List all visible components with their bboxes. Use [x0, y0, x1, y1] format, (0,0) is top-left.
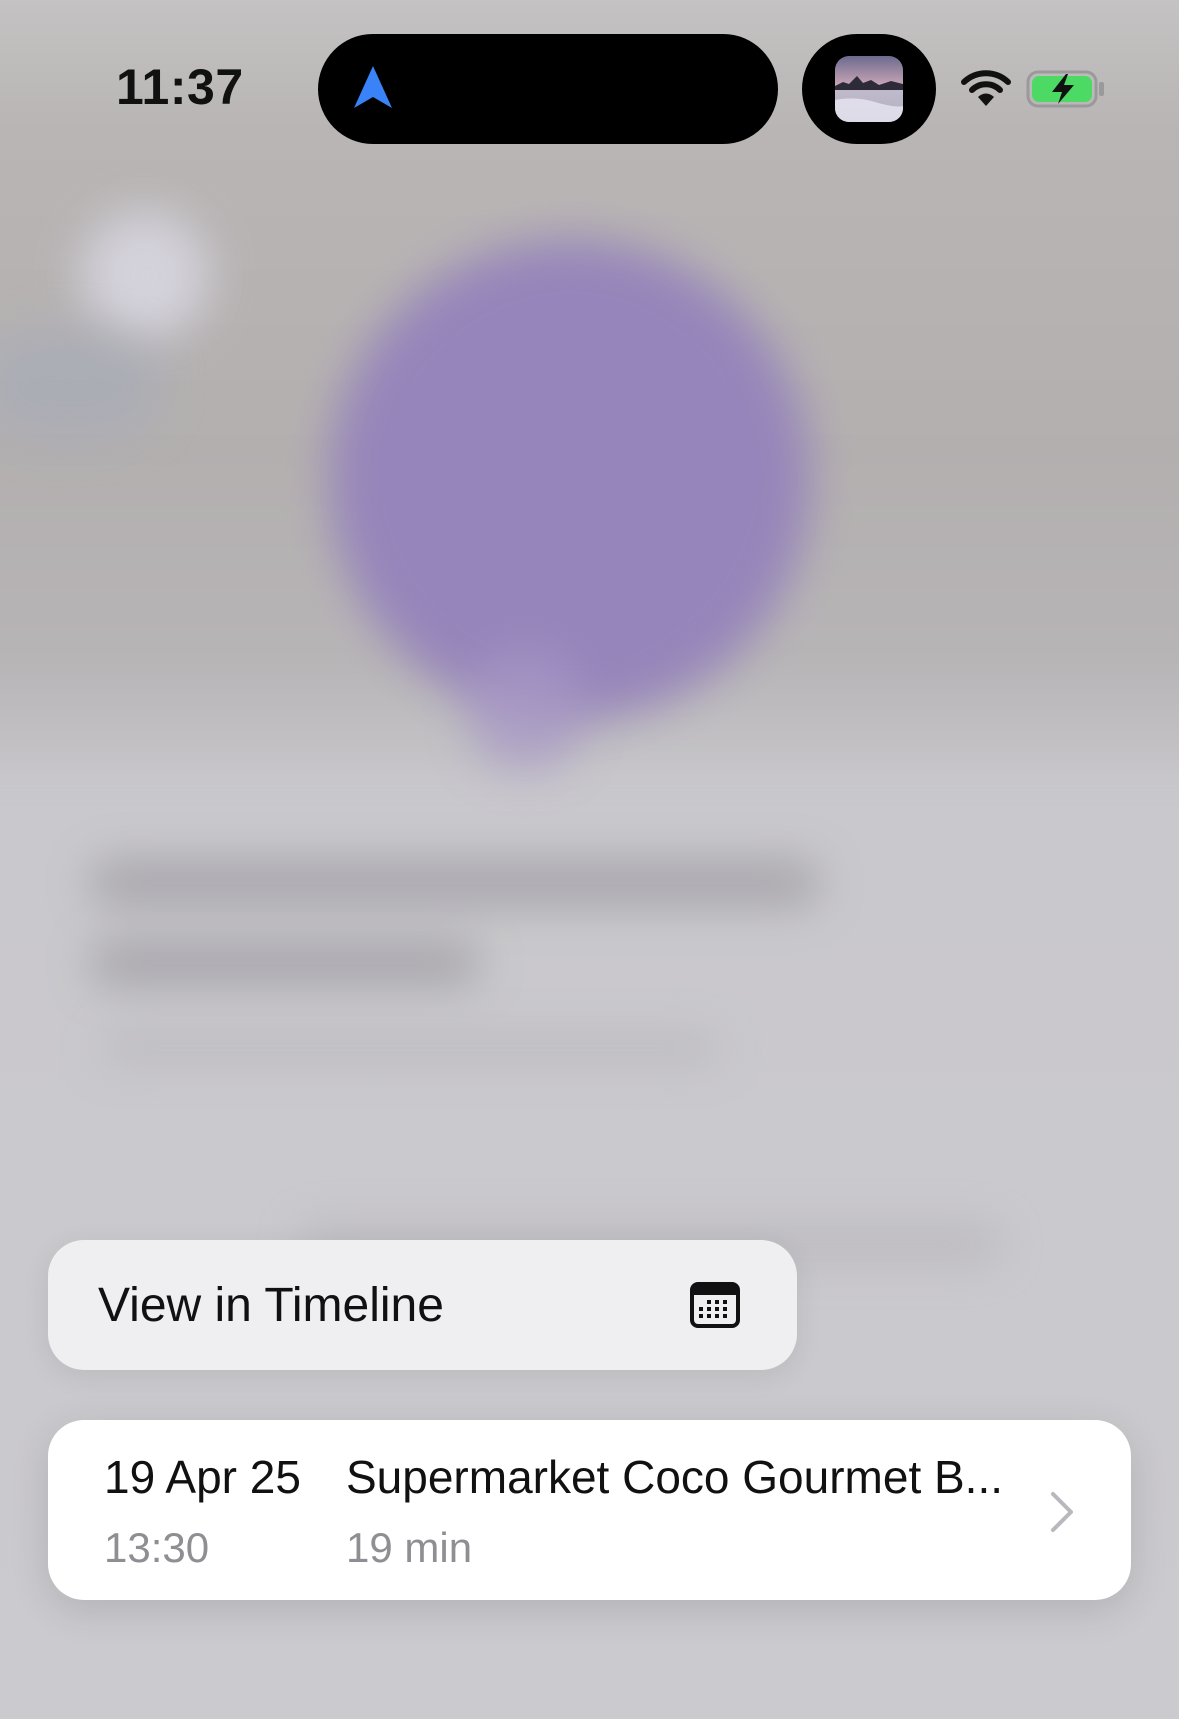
- photo-thumbnail: [835, 56, 903, 122]
- visit-date: 19 Apr 25: [104, 1451, 301, 1503]
- view-in-timeline-menu-item[interactable]: View in Timeline: [48, 1240, 797, 1370]
- blurred-subtitle: [100, 1035, 720, 1061]
- view-in-timeline-label: View in Timeline: [98, 1278, 444, 1332]
- blurred-title-line-1: [90, 860, 820, 906]
- visit-place-name: Supermarket Coco Gourmet B...: [346, 1451, 1004, 1503]
- blurred-map-road: [0, 330, 160, 440]
- calendar-icon: [690, 1282, 740, 1328]
- navigation-arrow-icon: [354, 66, 392, 108]
- blurred-title-line-2: [90, 940, 480, 986]
- wifi-icon: [961, 70, 1011, 106]
- blurred-pin-tail: [470, 650, 580, 770]
- status-time: 11:37: [116, 59, 244, 115]
- blurred-location-pin: [330, 240, 810, 720]
- blurred-map-dot: [80, 210, 210, 340]
- chevron-right-icon: [1051, 1492, 1073, 1532]
- visit-duration: 19 min: [346, 1524, 473, 1571]
- battery-charging-icon: [1026, 70, 1104, 108]
- visit-time: 13:30: [104, 1524, 210, 1571]
- visit-card[interactable]: 19 Apr 25 13:30 Supermarket Coco Gourmet…: [48, 1420, 1131, 1600]
